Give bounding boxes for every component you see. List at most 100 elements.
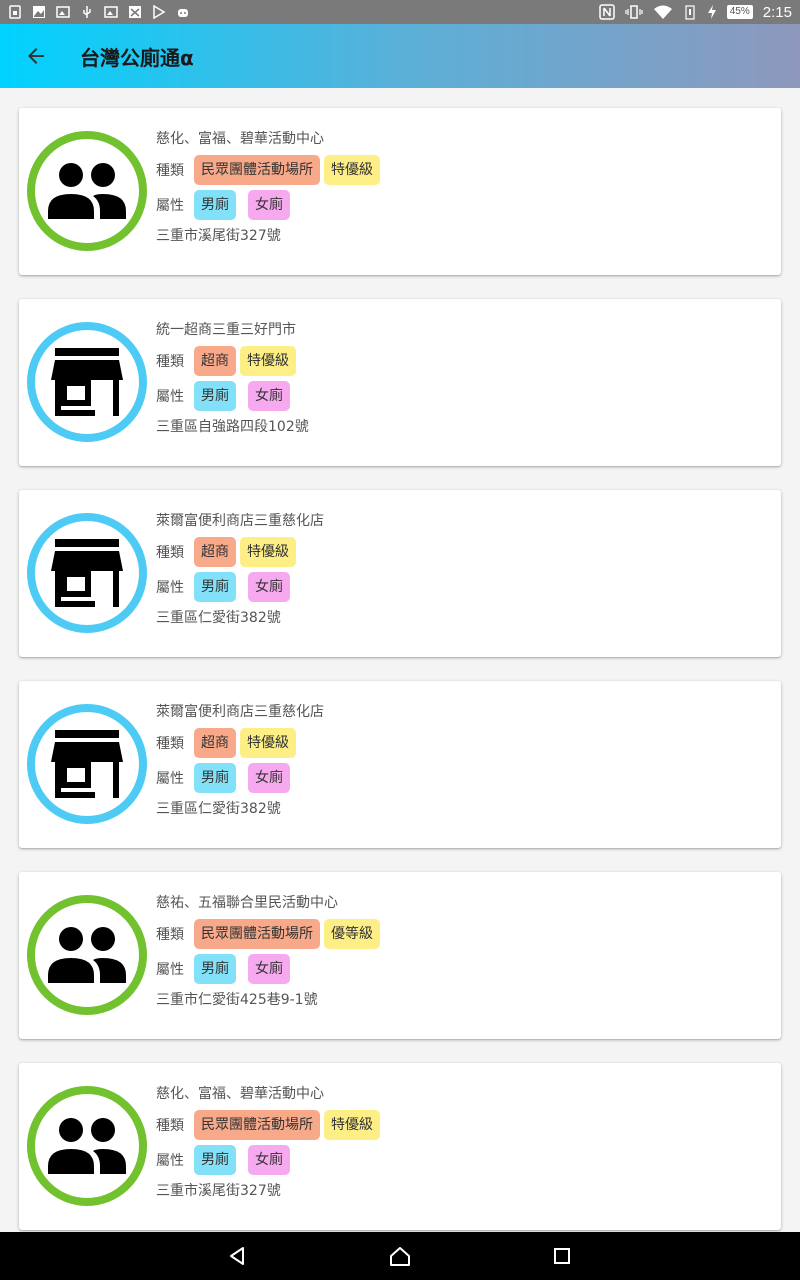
photo-icon xyxy=(56,6,70,18)
card-info: 慈化、富福、碧華活動中心 種類 民眾團體活動場所 特優級 屬性 男廁 女廁 三重… xyxy=(156,128,771,247)
attribute-row: 屬性 男廁 女廁 xyxy=(156,571,771,602)
type-row: 種類 民眾團體活動場所 特優級 xyxy=(156,154,771,185)
address: 三重市溪尾街327號 xyxy=(156,228,281,244)
signal-icon xyxy=(685,5,695,20)
android-icon xyxy=(178,9,188,17)
wifi-icon xyxy=(653,5,672,19)
toilet-name: 萊爾富便利商店三重慈化店 xyxy=(156,513,324,529)
category-avatar xyxy=(27,704,147,824)
nfc-icon xyxy=(599,4,615,20)
type-row: 種類 超商 特優級 xyxy=(156,536,771,567)
card-info: 慈祐、五福聯合里民活動中心 種類 民眾團體活動場所 優等級 屬性 男廁 女廁 三… xyxy=(156,892,771,1011)
female-toilet-chip: 女廁 xyxy=(248,380,290,411)
toilet-card[interactable]: 萊爾富便利商店三重慈化店 種類 超商 特優級 屬性 男廁 女廁 三重區仁愛街38… xyxy=(19,681,781,848)
grade-chip: 特優級 xyxy=(240,345,296,376)
type-chip: 民眾團體活動場所 xyxy=(194,154,320,185)
card-info: 慈化、富福、碧華活動中心 種類 民眾團體活動場所 特優級 屬性 男廁 女廁 三重… xyxy=(156,1083,771,1202)
toilet-name: 慈祐、五福聯合里民活動中心 xyxy=(156,895,338,911)
male-toilet-chip: 男廁 xyxy=(194,189,236,220)
navigation-bar xyxy=(0,1232,800,1280)
category-avatar xyxy=(27,322,147,442)
category-avatar xyxy=(27,513,147,633)
male-toilet-chip: 男廁 xyxy=(194,1144,236,1175)
male-toilet-chip: 男廁 xyxy=(194,380,236,411)
grade-chip: 特優級 xyxy=(324,154,380,185)
attribute-row: 屬性 男廁 女廁 xyxy=(156,762,771,793)
type-chip: 超商 xyxy=(194,536,236,567)
toilet-card[interactable]: 萊爾富便利商店三重慈化店 種類 超商 特優級 屬性 男廁 女廁 三重區仁愛街38… xyxy=(19,490,781,657)
clock: 2:15 xyxy=(762,3,792,21)
address: 三重市仁愛街425巷9-1號 xyxy=(156,992,318,1008)
category-avatar xyxy=(27,1086,147,1206)
toilet-name: 統一超商三重三好門市 xyxy=(156,322,296,338)
toilet-card[interactable]: 慈祐、五福聯合里民活動中心 種類 民眾團體活動場所 優等級 屬性 男廁 女廁 三… xyxy=(19,872,781,1039)
address: 三重區仁愛街382號 xyxy=(156,801,281,817)
app-bar: 台灣公廁通α xyxy=(0,24,800,88)
category-avatar xyxy=(27,131,147,251)
attribute-row: 屬性 男廁 女廁 xyxy=(156,1144,771,1175)
store-icon xyxy=(49,728,125,800)
people-icon xyxy=(46,925,128,985)
toilet-name: 萊爾富便利商店三重慈化店 xyxy=(156,704,324,720)
vibrate-icon xyxy=(625,5,643,19)
attribute-label: 屬性 xyxy=(156,770,184,787)
image-icon xyxy=(33,6,45,18)
home-nav-button[interactable] xyxy=(376,1232,424,1280)
address: 三重區仁愛街382號 xyxy=(156,610,281,626)
charging-icon xyxy=(707,5,716,19)
address: 三重市溪尾街327號 xyxy=(156,1183,281,1199)
attribute-label: 屬性 xyxy=(156,961,184,978)
grade-chip: 優等級 xyxy=(324,918,380,949)
notification-icons xyxy=(8,5,190,19)
page-title: 台灣公廁通α xyxy=(80,45,194,70)
female-toilet-chip: 女廁 xyxy=(248,189,290,220)
category-avatar xyxy=(27,895,147,1015)
triangle-back-icon xyxy=(230,1247,244,1265)
toilet-card[interactable]: 慈化、富福、碧華活動中心 種類 民眾團體活動場所 特優級 屬性 男廁 女廁 三重… xyxy=(19,1063,781,1230)
toilet-card[interactable]: 統一超商三重三好門市 種類 超商 特優級 屬性 男廁 女廁 三重區自強路四段10… xyxy=(19,299,781,466)
attribute-label: 屬性 xyxy=(156,388,184,405)
attribute-label: 屬性 xyxy=(156,1152,184,1169)
attribute-label: 屬性 xyxy=(156,197,184,214)
type-label: 種類 xyxy=(156,735,184,752)
card-info: 萊爾富便利商店三重慈化店 種類 超商 特優級 屬性 男廁 女廁 三重區仁愛街38… xyxy=(156,510,771,629)
back-nav-button[interactable] xyxy=(214,1232,262,1280)
card-info: 統一超商三重三好門市 種類 超商 特優級 屬性 男廁 女廁 三重區自強路四段10… xyxy=(156,319,771,438)
toilet-list[interactable]: 慈化、富福、碧華活動中心 種類 民眾團體活動場所 特優級 屬性 男廁 女廁 三重… xyxy=(0,88,800,1232)
toilet-name: 慈化、富福、碧華活動中心 xyxy=(156,131,324,147)
type-label: 種類 xyxy=(156,162,184,179)
attribute-label: 屬性 xyxy=(156,579,184,596)
type-label: 種類 xyxy=(156,353,184,370)
type-row: 種類 民眾團體活動場所 特優級 xyxy=(156,1109,771,1140)
back-button[interactable] xyxy=(8,28,64,84)
store-icon xyxy=(49,537,125,609)
female-toilet-chip: 女廁 xyxy=(248,571,290,602)
gallery-icon xyxy=(104,6,118,18)
toilet-card[interactable]: 慈化、富福、碧華活動中心 種類 民眾團體活動場所 特優級 屬性 男廁 女廁 三重… xyxy=(19,108,781,275)
attribute-row: 屬性 男廁 女廁 xyxy=(156,189,771,220)
female-toilet-chip: 女廁 xyxy=(248,953,290,984)
address: 三重區自強路四段102號 xyxy=(156,419,309,435)
type-row: 種類 民眾團體活動場所 優等級 xyxy=(156,918,771,949)
type-label: 種類 xyxy=(156,926,184,943)
male-toilet-chip: 男廁 xyxy=(194,762,236,793)
arrow-back-icon xyxy=(28,48,44,64)
toilet-name: 慈化、富福、碧華活動中心 xyxy=(156,1086,324,1102)
usb-icon xyxy=(83,6,91,18)
app-icon xyxy=(129,6,141,18)
male-toilet-chip: 男廁 xyxy=(194,571,236,602)
type-row: 種類 超商 特優級 xyxy=(156,727,771,758)
battery-indicator: 45% xyxy=(726,5,753,19)
people-icon xyxy=(46,161,128,221)
female-toilet-chip: 女廁 xyxy=(248,762,290,793)
type-row: 種類 超商 特優級 xyxy=(156,345,771,376)
play-store-icon xyxy=(153,5,166,19)
recents-nav-button[interactable] xyxy=(538,1232,586,1280)
type-chip: 民眾團體活動場所 xyxy=(194,1109,320,1140)
attribute-row: 屬性 男廁 女廁 xyxy=(156,380,771,411)
type-chip: 民眾團體活動場所 xyxy=(194,918,320,949)
type-label: 種類 xyxy=(156,1117,184,1134)
people-icon xyxy=(46,1116,128,1176)
square-recents-icon xyxy=(554,1248,570,1264)
female-toilet-chip: 女廁 xyxy=(248,1144,290,1175)
